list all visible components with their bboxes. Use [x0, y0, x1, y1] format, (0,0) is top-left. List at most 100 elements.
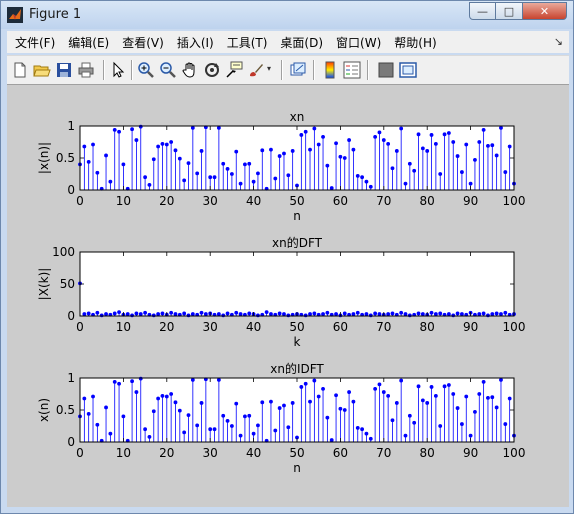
stem-marker: [486, 143, 490, 148]
stem-marker: [316, 142, 321, 147]
stem-marker: [173, 312, 178, 316]
stem-marker: [112, 127, 117, 132]
stem-marker: [347, 390, 351, 394]
stem-marker: [134, 138, 139, 142]
menu-edit[interactable]: 编辑(E): [68, 34, 109, 51]
stem-marker: [190, 378, 195, 382]
stem-marker: [321, 312, 325, 316]
stem-marker: [351, 312, 356, 316]
stem-marker: [399, 378, 404, 383]
x-tick-label: 80: [420, 194, 435, 208]
stem-marker: [112, 379, 117, 384]
stem-marker: [433, 142, 438, 146]
y-axis-label: |x(n)|: [37, 142, 51, 174]
stem-marker: [195, 171, 200, 176]
stem-marker: [173, 148, 178, 153]
pan-hand-icon[interactable]: [181, 61, 199, 79]
save-icon[interactable]: [55, 61, 73, 79]
stem-marker: [234, 149, 239, 154]
stem-marker: [225, 166, 230, 171]
stem-marker: [360, 427, 365, 432]
stem-marker: [169, 392, 174, 396]
stem-marker: [499, 378, 503, 382]
stem-marker: [147, 434, 152, 439]
show-plot-tools-icon[interactable]: [399, 61, 417, 79]
stem-marker: [464, 394, 469, 399]
link-plot-icon[interactable]: [289, 61, 307, 79]
hide-plot-tools-icon[interactable]: [377, 61, 395, 79]
toolbar-separator: [131, 60, 133, 80]
stem-marker: [303, 129, 308, 134]
stem-marker: [425, 401, 430, 405]
stem-marker: [182, 430, 187, 435]
zoom-out-icon[interactable]: [159, 61, 177, 79]
x-tick-label: 90: [463, 194, 478, 208]
menu-window[interactable]: 窗口(W): [336, 34, 381, 51]
stem-marker: [399, 310, 404, 315]
stem-marker: [321, 134, 325, 139]
stem-marker: [473, 410, 477, 414]
stem-marker: [490, 143, 495, 148]
x-tick-label: 60: [333, 194, 348, 208]
stem-marker: [499, 126, 503, 130]
edit-plot-arrow-icon[interactable]: [109, 61, 127, 79]
x-tick-label: 100: [503, 320, 526, 334]
new-figure-icon[interactable]: [11, 61, 29, 79]
zoom-in-icon[interactable]: [137, 61, 155, 79]
y-tick-label: 100: [52, 245, 75, 259]
stem-marker: [507, 144, 512, 149]
rotate-3d-icon[interactable]: [203, 61, 221, 79]
stem-marker: [156, 396, 161, 401]
stem-marker: [177, 408, 182, 413]
stem-marker: [321, 386, 325, 391]
stem-marker: [112, 311, 117, 316]
menu-view[interactable]: 查看(V): [122, 34, 164, 51]
stem-marker: [455, 406, 460, 410]
stem-marker: [360, 175, 365, 180]
minimize-button[interactable]: —: [469, 2, 496, 20]
stem-marker: [238, 433, 243, 438]
figure-toolbar: ▾: [7, 55, 569, 85]
y-tick-label: 0: [67, 183, 75, 197]
stem-marker: [477, 312, 482, 316]
x-tick-label: 10: [116, 194, 131, 208]
close-button[interactable]: ✕: [523, 2, 567, 20]
brush-icon[interactable]: [247, 61, 265, 79]
menu-desktop[interactable]: 桌面(D): [280, 34, 323, 51]
stem-marker: [256, 423, 260, 428]
stem-marker: [151, 409, 156, 414]
print-icon[interactable]: [77, 61, 95, 79]
colorbar-icon[interactable]: [321, 61, 339, 79]
stem-marker: [273, 428, 278, 433]
menu-help[interactable]: 帮助(H): [394, 34, 436, 51]
title-bar[interactable]: Figure 1 — □ ✕: [1, 1, 573, 29]
stem-marker: [130, 379, 134, 384]
stem-marker: [199, 310, 204, 315]
stem-marker: [464, 142, 469, 147]
maximize-button[interactable]: □: [496, 2, 523, 20]
stem-marker: [143, 427, 148, 432]
stem-marker: [91, 394, 95, 399]
stem-marker: [377, 382, 382, 387]
stem-marker: [104, 312, 108, 316]
x-tick-label: 70: [376, 446, 391, 460]
chart-title: xn的DFT: [272, 235, 323, 250]
data-cursor-icon[interactable]: [225, 61, 243, 79]
legend-icon[interactable]: [343, 61, 361, 79]
dock-arrow-icon[interactable]: ↘: [554, 35, 563, 48]
menu-insert[interactable]: 插入(I): [177, 34, 214, 51]
stem-marker: [125, 312, 130, 316]
stem-marker: [386, 394, 391, 398]
stem-marker: [342, 408, 347, 412]
menu-tools[interactable]: 工具(T): [227, 34, 268, 51]
x-tick-label: 50: [289, 194, 304, 208]
stem-marker: [429, 133, 434, 137]
open-file-icon[interactable]: [33, 61, 51, 79]
stem-marker: [477, 140, 482, 144]
stem-marker: [182, 311, 187, 316]
stem-marker: [121, 414, 126, 419]
menu-file[interactable]: 文件(F): [15, 34, 55, 51]
chart-title: xn: [290, 110, 305, 124]
brush-dropdown-icon[interactable]: ▾: [267, 64, 271, 73]
stem-marker: [394, 401, 399, 405]
